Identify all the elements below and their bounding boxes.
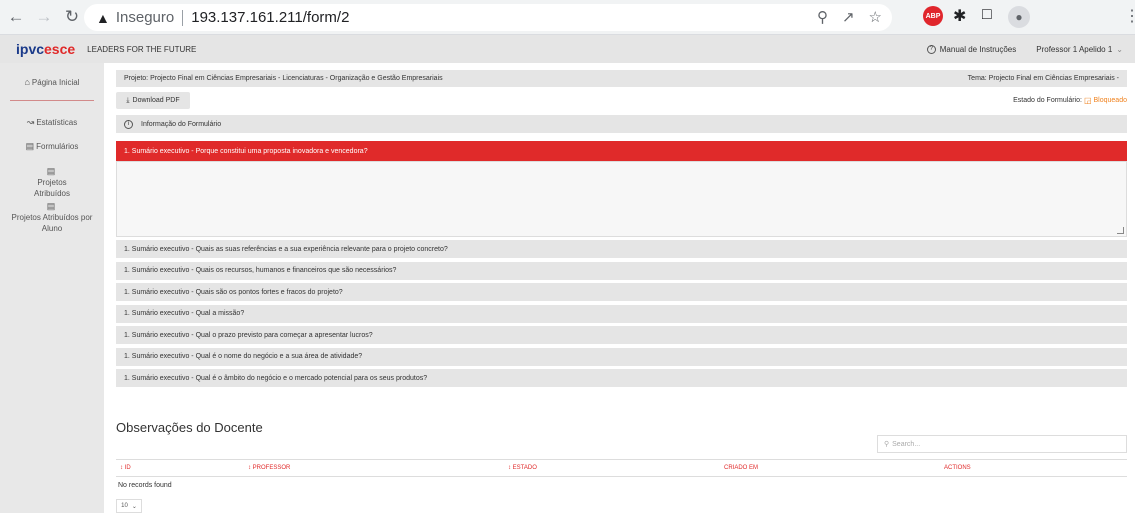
- resize-handle-icon[interactable]: [1117, 227, 1124, 234]
- menu-kebab-icon[interactable]: ⋮: [1124, 6, 1135, 26]
- manual-label: Manual de Instruções: [939, 44, 1017, 54]
- form-info-accordion[interactable]: i Informação do Formulário: [116, 115, 1127, 133]
- browser-toolbar: ← → ↻ ▲ Inseguro 193.137.161.211/form/2 …: [0, 0, 1135, 35]
- adblock-icon[interactable]: ABP: [923, 6, 943, 26]
- chart-icon: ↝: [26, 117, 35, 127]
- sidebar-item-label: Estatísticas: [36, 118, 78, 127]
- sidebar-item-label: Página Inicial: [31, 78, 80, 87]
- address-divider: [182, 9, 184, 26]
- search-placeholder: Search...: [892, 440, 921, 448]
- question-label: 1. Sumário executivo - Quais as suas ref…: [124, 245, 448, 253]
- question-label: 1. Sumário executivo - Qual a missão?: [124, 310, 245, 317]
- profile-avatar-icon[interactable]: ●: [1008, 6, 1030, 28]
- user-menu[interactable]: Professor 1 Apelido 1 ⌄: [1036, 45, 1123, 54]
- column-header-estado[interactable]: ↕ ESTADO: [508, 465, 537, 471]
- project-bar: Projeto: Projecto Final em Ciências Empr…: [116, 70, 1127, 87]
- page-size-select[interactable]: 10 ⌄: [116, 499, 142, 513]
- share-icon[interactable]: ↗: [842, 8, 855, 26]
- question-accordion[interactable]: 1. Sumário executivo - Qual a missão?: [116, 304, 1127, 323]
- form-icon: ▤: [46, 166, 56, 176]
- download-pdf-button[interactable]: ⤓ Download PDF: [116, 92, 190, 109]
- help-icon: ?: [926, 44, 936, 54]
- project-title: Projeto: Projecto Final em Ciências Empr…: [124, 75, 443, 82]
- answer-textarea[interactable]: [116, 161, 1127, 237]
- forward-icon[interactable]: →: [32, 5, 56, 29]
- download-icon: ⤓: [126, 96, 130, 104]
- question-accordion[interactable]: 1. Sumário executivo - Quais os recursos…: [116, 261, 1127, 280]
- user-name: Professor 1 Apelido 1: [1036, 44, 1113, 54]
- home-icon: ⌂: [24, 77, 30, 87]
- search-icon: ⚲: [884, 441, 890, 448]
- form-icon: ▤: [46, 201, 56, 211]
- lock-icon: ◲: [1083, 96, 1092, 105]
- question-accordion[interactable]: 1. Sumário executivo - Quais as suas ref…: [116, 240, 1127, 258]
- form-info-label: Informação do Formulário: [141, 120, 222, 128]
- question-accordion-active[interactable]: 1. Sumário executivo - Porque constitui …: [116, 141, 1127, 161]
- bookmark-star-icon[interactable]: ☆: [869, 8, 882, 26]
- form-icon: ▤: [25, 141, 35, 151]
- column-header-professor[interactable]: ↕ PROFESSOR: [248, 465, 290, 471]
- question-accordion[interactable]: 1. Sumário executivo - Qual é o âmbito d…: [116, 369, 1127, 387]
- sidebar-item-label: Formulários: [36, 142, 79, 151]
- sidebar-divider: [10, 100, 94, 101]
- form-status-value: Bloqueado: [1093, 97, 1127, 104]
- back-icon[interactable]: ←: [4, 5, 28, 29]
- sidebar-item-statistics[interactable]: ↝ Estatísticas: [0, 117, 104, 128]
- observations-title: Observações do Docente: [116, 420, 263, 435]
- question-label: 1. Sumário executivo - Qual é o nome do …: [124, 353, 363, 360]
- column-header-criado-em: CRIADO EM: [724, 465, 759, 471]
- sidebar-item-assigned-projects-by-student[interactable]: ▤ Projetos Atribuídos por Aluno: [0, 201, 104, 234]
- extensions-puzzle-icon[interactable]: ✱: [953, 6, 966, 26]
- question-accordion[interactable]: 1. Sumário executivo - Qual o prazo prev…: [116, 326, 1127, 344]
- form-status-label: Estado do Formulário:: [1013, 97, 1082, 104]
- sidebar-item-assigned-projects[interactable]: ▤ Projetos Atribuídos: [0, 166, 104, 199]
- chevron-down-icon: ⌄: [1116, 44, 1123, 54]
- question-label: 1. Sumário executivo - Quais os recursos…: [124, 267, 397, 274]
- sidebar-item-label: Projetos Atribuídos por Aluno: [11, 213, 93, 233]
- side-panel-icon[interactable]: □: [982, 6, 992, 24]
- table-header: ↕ ID ↕ PROFESSOR ↕ ESTADO CRIADO EM ACTI…: [116, 459, 1127, 477]
- chevron-down-icon: ⌄: [131, 503, 137, 510]
- question-label: 1. Sumário executivo - Qual o prazo prev…: [124, 331, 373, 339]
- question-label: 1. Sumário executivo - Porque constitui …: [124, 147, 368, 155]
- question-accordion[interactable]: 1. Sumário executivo - Qual é o nome do …: [116, 347, 1127, 366]
- app-header: ipvc esce LEADERS FOR THE FUTURE ? Manua…: [0, 35, 1135, 63]
- sidebar-item-home[interactable]: ⌂ Página Inicial: [0, 77, 104, 88]
- logo-esce-text: esce: [44, 41, 76, 57]
- manual-link[interactable]: ? Manual de Instruções: [926, 44, 1017, 54]
- project-theme: Tema: Projecto Final em Ciências Empresa…: [967, 75, 1119, 82]
- page-size-value: 10: [121, 503, 128, 509]
- tagline: LEADERS FOR THE FUTURE: [87, 44, 197, 54]
- question-label: 1. Sumário executivo - Qual é o âmbito d…: [124, 374, 428, 382]
- search-input[interactable]: ⚲ Search...: [877, 435, 1127, 453]
- reload-icon[interactable]: ↻: [60, 5, 84, 29]
- warning-icon[interactable]: ▲: [96, 10, 110, 26]
- column-header-id[interactable]: ↕ ID: [120, 465, 131, 471]
- info-icon: i: [124, 119, 133, 129]
- address-bar[interactable]: ▲ Inseguro 193.137.161.211/form/2 ⚲ ↗ ☆: [84, 4, 892, 31]
- sidebar: ⌂ Página Inicial ↝ Estatísticas ▤ Formulári…: [0, 63, 104, 513]
- ipvc-esce-logo[interactable]: ipvc esce: [16, 41, 75, 57]
- zoom-icon[interactable]: ⚲: [817, 8, 828, 26]
- form-status: Estado do Formulário: ◲ Bloqueado: [1013, 96, 1127, 105]
- sidebar-item-forms[interactable]: ▤ Formulários: [0, 141, 104, 152]
- question-label: 1. Sumário executivo - Quais são os pont…: [124, 288, 343, 296]
- question-accordion[interactable]: 1. Sumário executivo - Quais são os pont…: [116, 283, 1127, 301]
- empty-table-message: No records found: [118, 482, 172, 489]
- column-header-actions: ACTIONS: [944, 465, 971, 471]
- url-text[interactable]: 193.137.161.211/form/2: [191, 9, 349, 26]
- sidebar-item-label: Projetos Atribuídos: [33, 178, 71, 198]
- logo-ipvc-text: ipvc: [16, 41, 45, 57]
- insecure-label: Inseguro: [115, 9, 175, 26]
- download-pdf-label: Download PDF: [132, 97, 180, 104]
